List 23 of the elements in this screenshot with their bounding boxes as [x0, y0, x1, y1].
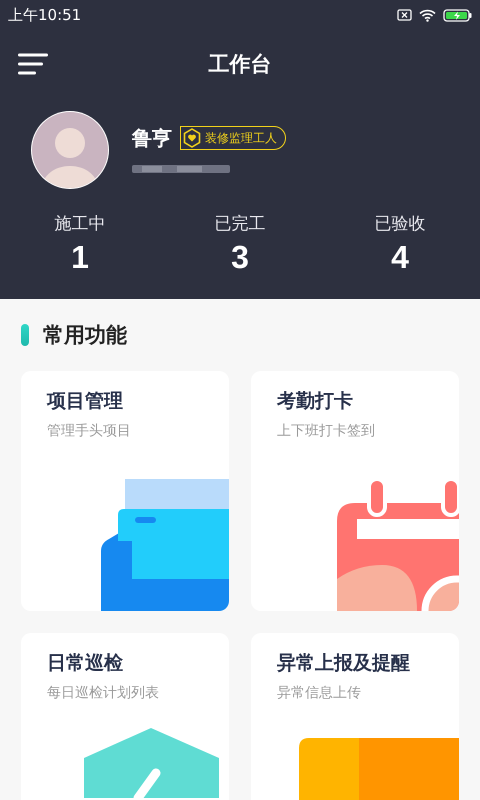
card-title: 异常上报及提醒 [277, 651, 411, 676]
page-title: 工作台 [208, 52, 272, 76]
card-subtitle: 上下班打卡签到 [277, 422, 376, 440]
stat-count[interactable]: 4 [391, 239, 409, 276]
feature-card[interactable]: 日常巡检 每日巡检计划列表 [21, 633, 229, 800]
user-name: 鲁亨 [132, 124, 172, 152]
feature-card[interactable]: 项目管理 管理手头项目 [21, 371, 229, 611]
stat-label: 施工中 [54, 213, 106, 235]
stat-count[interactable]: 3 [231, 239, 249, 276]
feature-card[interactable]: 异常上报及提醒 异常信息上传 [251, 633, 459, 800]
feature-card[interactable]: 考勤打卡 上下班打卡签到 [251, 371, 459, 611]
card-subtitle: 管理手头项目 [47, 422, 132, 440]
stat-label: 已验收 [374, 213, 426, 235]
card-title: 项目管理 [47, 389, 124, 414]
stat-count[interactable]: 1 [71, 239, 89, 276]
stat-label: 已完工 [214, 213, 266, 235]
role-badge: 装修监理工人 [180, 126, 286, 150]
status-time: 上午10:51 [8, 6, 82, 24]
card-subtitle: 每日巡检计划列表 [47, 684, 160, 702]
card-title: 考勤打卡 [277, 389, 354, 414]
card-title: 日常巡检 [47, 651, 124, 676]
section-title: 常用功能 [43, 322, 127, 349]
card-subtitle: 异常信息上传 [277, 684, 362, 702]
